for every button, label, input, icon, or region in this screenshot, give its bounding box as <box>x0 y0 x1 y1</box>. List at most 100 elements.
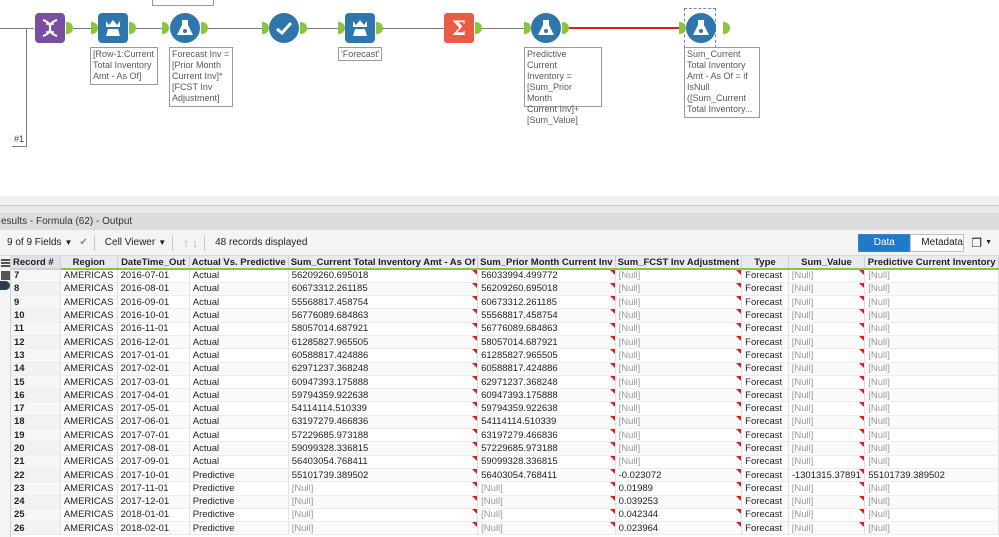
table-cell[interactable]: Forecast <box>741 401 789 416</box>
table-row[interactable]: 16 AMERICAS 2017-04-01 Actual 59794359.92263… <box>11 388 999 403</box>
table-cell[interactable]: [Null] <box>615 348 743 363</box>
table-cell[interactable]: [Null] <box>615 362 743 376</box>
table-cell[interactable]: 2017-08-01 <box>117 441 190 456</box>
table-cell[interactable]: Forecast <box>741 441 789 456</box>
record-number-cell[interactable]: 22 <box>11 468 61 483</box>
selected-connector[interactable] <box>569 27 679 29</box>
table-cell[interactable]: [Null] <box>788 388 866 403</box>
table-cell[interactable]: AMERICAS <box>60 441 118 456</box>
arrow-up-icon[interactable]: ↑ <box>183 236 189 250</box>
table-cell[interactable]: [Null] <box>864 455 999 469</box>
formula-tool-3[interactable] <box>686 13 716 43</box>
table-cell[interactable]: [Null] <box>615 335 743 350</box>
table-cell[interactable]: Forecast <box>741 455 789 469</box>
record-number-cell[interactable]: 14 <box>11 362 61 376</box>
table-row[interactable]: 12 AMERICAS 2016-12-01 Actual 61285827.96550… <box>11 335 999 350</box>
output-anchor[interactable] <box>129 22 136 34</box>
table-cell[interactable]: [Null] <box>788 415 866 430</box>
output-anchor[interactable] <box>475 22 482 34</box>
table-cell[interactable]: [Null] <box>288 495 479 509</box>
table-cell[interactable]: 2016-07-01 <box>117 269 190 283</box>
table-cell[interactable]: 61285827.965505 <box>288 335 479 350</box>
table-cell[interactable]: Predictive <box>189 468 289 483</box>
table-cell[interactable]: 2017-10-01 <box>117 468 190 483</box>
table-cell[interactable]: [Null] <box>864 308 999 323</box>
column-header[interactable]: Type <box>741 256 789 270</box>
table-cell[interactable]: Actual <box>189 441 289 456</box>
table-cell[interactable]: [Null] <box>788 455 866 469</box>
record-number-cell[interactable]: 23 <box>11 481 61 496</box>
table-cell[interactable]: [Null] <box>788 335 866 350</box>
table-cell[interactable]: 62971237.368248 <box>288 362 479 376</box>
input-anchor[interactable] <box>91 22 98 34</box>
table-cell[interactable]: AMERICAS <box>60 308 118 323</box>
input-anchor[interactable] <box>524 22 531 34</box>
table-cell[interactable]: -0.023072 <box>615 468 743 483</box>
table-cell[interactable]: 57229685.973188 <box>288 428 479 443</box>
copy-menu[interactable]: ❐ ▼ <box>968 233 995 253</box>
table-cell[interactable]: Forecast <box>741 375 789 390</box>
table-cell[interactable]: [Null] <box>864 269 999 283</box>
table-cell[interactable]: [Null] <box>615 295 743 310</box>
table-cell[interactable]: Forecast <box>741 308 789 323</box>
table-cell[interactable]: Forecast <box>741 508 789 523</box>
record-number-cell[interactable]: 10 <box>11 308 61 323</box>
table-cell[interactable]: 58057014.687921 <box>477 335 616 350</box>
table-cell[interactable]: Predictive <box>189 508 289 523</box>
table-cell[interactable]: [Null] <box>788 441 866 456</box>
results-grid[interactable]: Record # Region DateTime_Out Actual Vs. Pre… <box>11 256 999 537</box>
output-anchor[interactable] <box>201 22 208 34</box>
table-cell[interactable]: 55568817.458754 <box>477 308 616 323</box>
table-cell[interactable]: AMERICAS <box>60 495 118 509</box>
filter-tool[interactable] <box>269 13 299 43</box>
table-cell[interactable]: [Null] <box>615 401 743 416</box>
table-cell[interactable]: AMERICAS <box>60 388 118 403</box>
table-row[interactable]: 13 AMERICAS 2017-01-01 Actual 60588817.42488… <box>11 348 999 363</box>
table-cell[interactable]: 56033994.499772 <box>477 269 616 283</box>
table-cell[interactable]: Actual <box>189 415 289 430</box>
table-cell[interactable]: AMERICAS <box>60 481 118 496</box>
table-cell[interactable]: [Null] <box>288 508 479 523</box>
table-cell[interactable]: Forecast <box>741 415 789 430</box>
tab-metadata[interactable]: Metadata <box>910 233 965 252</box>
table-cell[interactable]: [Null] <box>864 521 999 536</box>
table-cell[interactable]: Forecast <box>741 388 789 403</box>
table-cell[interactable]: 60673312.261185 <box>288 282 479 297</box>
table-cell[interactable]: [Null] <box>864 348 999 363</box>
workflow-canvas[interactable]: #1 [Row-1:Current Total Inventory Amt - … <box>0 0 999 205</box>
table-cell[interactable]: 58057014.687921 <box>288 322 479 336</box>
list-icon[interactable] <box>1 259 10 267</box>
table-cell[interactable]: 2018-01-01 <box>117 508 190 523</box>
record-number-cell[interactable]: 15 <box>11 375 61 390</box>
table-cell[interactable]: [Null] <box>864 335 999 350</box>
table-cell[interactable]: 57229685.973188 <box>477 441 616 456</box>
table-row[interactable]: 8 AMERICAS 2016-08-01 Actual 60673312.261185… <box>11 282 999 297</box>
table-cell[interactable]: 63197279.466836 <box>477 428 616 443</box>
table-cell[interactable]: AMERICAS <box>60 401 118 416</box>
table-row[interactable]: 15 AMERICAS 2017-03-01 Actual 60947393.17588… <box>11 375 999 390</box>
table-cell[interactable]: Actual <box>189 295 289 310</box>
output-anchor[interactable] <box>562 22 569 34</box>
table-cell[interactable]: AMERICAS <box>60 415 118 430</box>
table-cell[interactable]: 56776089.684863 <box>288 308 479 323</box>
table-cell[interactable]: Actual <box>189 428 289 443</box>
formula-tool[interactable] <box>170 13 200 43</box>
anchor-indicator-icon[interactable] <box>0 281 10 290</box>
table-cell[interactable]: 56209260.695018 <box>288 269 479 283</box>
record-number-cell[interactable]: 24 <box>11 495 61 509</box>
table-cell[interactable]: AMERICAS <box>60 455 118 469</box>
column-header[interactable]: Region <box>60 256 118 270</box>
table-cell[interactable]: AMERICAS <box>60 362 118 376</box>
table-cell[interactable]: [Null] <box>788 348 866 363</box>
table-cell[interactable]: 2017-09-01 <box>117 455 190 469</box>
table-row[interactable]: 23 AMERICAS 2017-11-01 Predictive [Null] [Nul… <box>11 481 999 496</box>
table-cell[interactable]: [Null] <box>288 481 479 496</box>
table-cell[interactable]: AMERICAS <box>60 508 118 523</box>
record-number-cell[interactable]: 9 <box>11 295 61 310</box>
table-cell[interactable]: 2016-09-01 <box>117 295 190 310</box>
table-cell[interactable]: Forecast <box>741 362 789 376</box>
table-cell[interactable]: [Null] <box>864 295 999 310</box>
table-cell[interactable]: [Null] <box>788 495 866 509</box>
output-anchor[interactable] <box>300 22 307 34</box>
table-row[interactable]: 24 AMERICAS 2017-12-01 Predictive [Null] [Nul… <box>11 495 999 509</box>
